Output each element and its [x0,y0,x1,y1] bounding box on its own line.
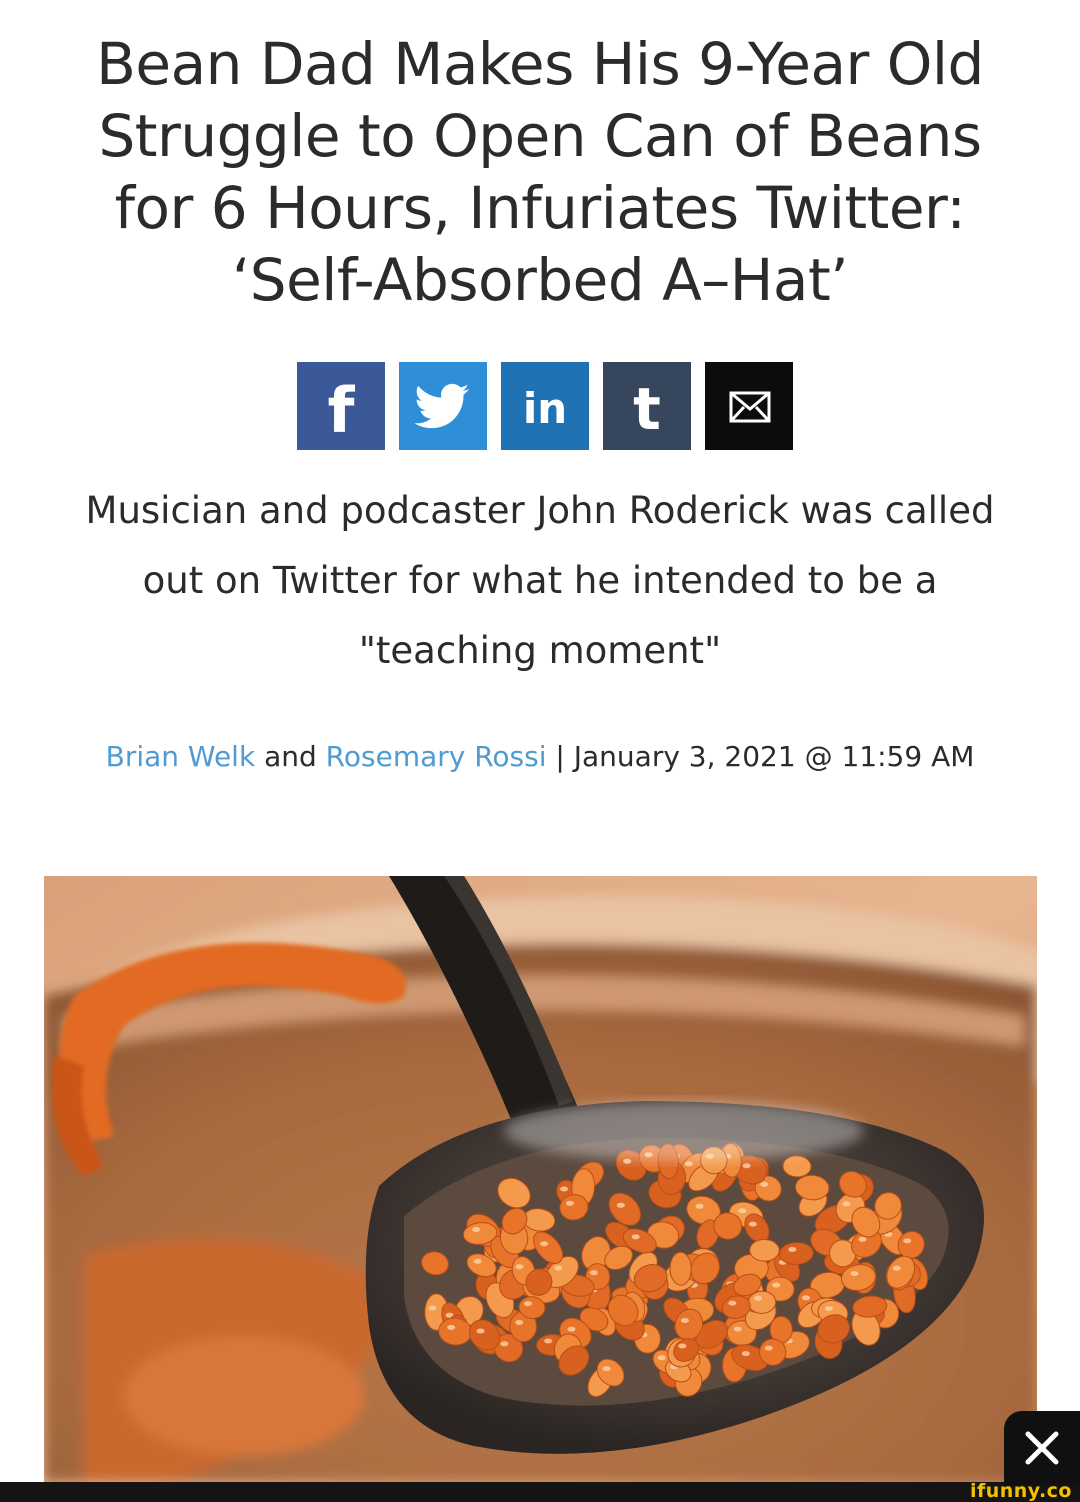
byline-separator: | [546,740,574,773]
ifunny-watermark: ifunny.co [969,1480,1072,1502]
facebook-share-button[interactable]: f [297,362,385,450]
linkedin-share-button[interactable]: in [501,362,589,450]
article-subheadline: Musician and podcaster John Roderick was… [85,489,995,672]
tumblr-glyph: t [633,375,661,443]
email-icon [729,391,771,423]
bottom-bar [0,1482,1080,1502]
article-headline: Bean Dad Makes His 9-Year Old Struggle t… [96,30,984,314]
hero-image [44,876,1037,1482]
facebook-icon: f [328,374,356,447]
byline-joiner: and [255,740,326,773]
author-link-rosemary-rossi[interactable]: Rosemary Rossi [326,740,547,773]
tumblr-share-button[interactable]: t [603,362,691,450]
linkedin-icon: in [523,384,567,433]
email-share-button[interactable] [705,362,793,450]
facebook-glyph: f [328,374,356,447]
byline: Brian Welk and Rosemary Rossi | January … [90,731,990,783]
tumblr-icon: t [633,375,661,443]
twitter-share-button[interactable] [399,362,487,450]
beans-ladle-photo [44,876,1037,1482]
twitter-icon [414,383,470,429]
share-buttons: f in t [297,362,793,452]
close-icon [1025,1431,1059,1465]
linkedin-glyph: in [523,384,567,433]
publish-date: January 3, 2021 @ 11:59 AM [573,740,975,773]
close-button[interactable] [1004,1411,1080,1485]
author-link-brian-welk[interactable]: Brian Welk [106,740,256,773]
